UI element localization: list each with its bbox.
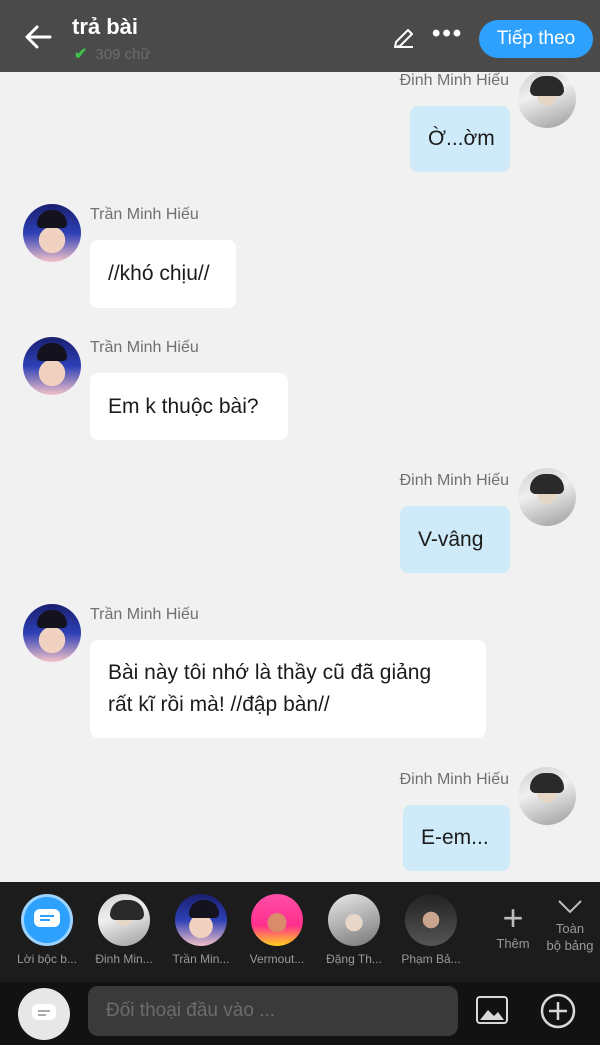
character-dang[interactable]: Đặng Th... [318, 894, 390, 966]
message-bubble[interactable]: Bài này tôi nhớ là thầy cũ đã giảng rất … [90, 640, 486, 738]
sender-name: Đinh Minh Hiếu [399, 771, 509, 788]
character-pham[interactable]: Phạm Bả... [395, 894, 467, 966]
message-text-line: rất kĩ rồi mà! //đập bàn// [108, 693, 330, 716]
message-bubble[interactable]: Em k thuộc bài? [90, 373, 288, 440]
full-board-label: bộ bảng [546, 938, 594, 953]
character-bar: Lời bộc b... Đinh Min... Trần Min... Ver… [0, 882, 600, 982]
word-count: ✔ 309 chữ [74, 44, 150, 64]
chat-area[interactable]: Đinh Minh Hiếu Ờ...ờm Trần Minh Hiếu //k… [0, 72, 600, 882]
avatar [251, 894, 303, 946]
avatar [98, 894, 150, 946]
sender-name: Trần Minh Hiếu [90, 206, 199, 223]
avatar [175, 894, 227, 946]
word-count-text: 309 chữ [95, 45, 151, 63]
message-bubble[interactable]: E-em... [403, 805, 510, 871]
character-label: Trần Min... [172, 952, 230, 966]
character-label: Phạm Bả... [401, 952, 461, 966]
avatar[interactable] [518, 72, 576, 128]
add-label: Thêm [496, 936, 530, 951]
chevron-down-icon [558, 900, 582, 914]
message-bubble[interactable]: Ờ...ờm [410, 106, 510, 172]
character-dinh[interactable]: Đinh Min... [88, 894, 160, 966]
add-character-button[interactable]: + Thêm [488, 897, 538, 952]
check-icon: ✔ [74, 46, 88, 63]
edit-pen-icon[interactable] [392, 26, 416, 50]
character-narration[interactable]: Lời bộc b... [11, 894, 83, 966]
sender-name: Trần Minh Hiếu [90, 339, 199, 356]
top-bar: trả bài ✔ 309 chữ ••• Tiếp theo [0, 0, 600, 72]
sender-name: Đinh Minh Hiếu [399, 472, 509, 489]
character-label: Đặng Th... [326, 952, 382, 966]
page-title: trả bài [72, 14, 139, 39]
character-label: Vermout... [249, 952, 305, 966]
avatar [405, 894, 457, 946]
character-tran[interactable]: Trần Min... [165, 894, 237, 966]
message-text-line: Bài này tôi nhớ là thầy cũ đã giảng [108, 661, 432, 684]
avatar[interactable] [23, 604, 81, 662]
narration-icon [21, 894, 73, 946]
chat-bubble-icon [32, 1004, 56, 1020]
plus-icon: + [502, 897, 524, 938]
avatar[interactable] [23, 337, 81, 395]
dialogue-input[interactable]: Đối thoại đầu vào ... [88, 986, 458, 1036]
message-bubble[interactable]: V-vâng [400, 506, 510, 573]
sender-name: Trần Minh Hiếu [90, 606, 199, 623]
character-vermout[interactable]: Vermout... [241, 894, 313, 966]
full-board-button[interactable]: Toàn bộ bảng [540, 898, 600, 954]
avatar [328, 894, 380, 946]
character-label: Lời bộc b... [17, 952, 77, 966]
sender-name: Đinh Minh Hiếu [399, 72, 509, 89]
character-label: Đinh Min... [95, 952, 153, 966]
add-icon[interactable] [540, 993, 576, 1029]
next-button[interactable]: Tiếp theo [479, 20, 593, 58]
input-bar: Đối thoại đầu vào ... [0, 982, 600, 1045]
image-icon[interactable] [476, 996, 508, 1024]
avatar[interactable] [23, 204, 81, 262]
more-options-icon[interactable]: ••• [432, 20, 463, 48]
message-type-button[interactable] [18, 988, 70, 1040]
avatar[interactable] [518, 767, 576, 825]
back-arrow-icon[interactable] [22, 20, 56, 54]
avatar[interactable] [518, 468, 576, 526]
full-board-label: Toàn [555, 921, 585, 936]
message-bubble[interactable]: //khó chịu// [90, 240, 236, 308]
